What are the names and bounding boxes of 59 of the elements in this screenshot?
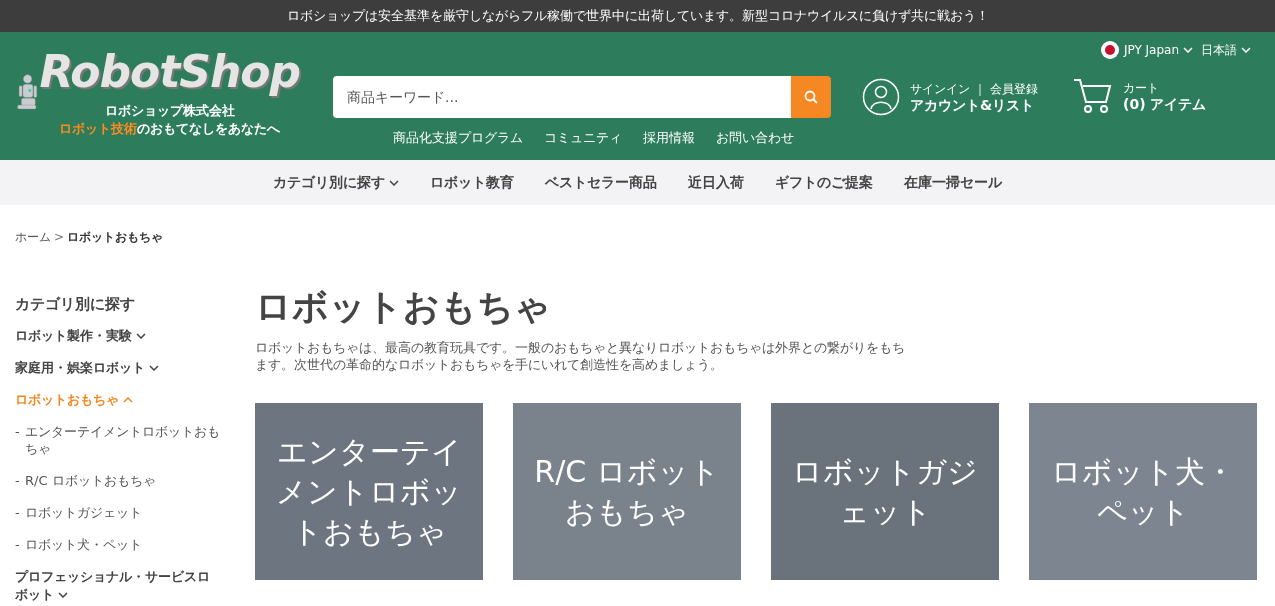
sidebar-subitem[interactable]: R/C ロボットおもちゃ (25, 471, 156, 489)
breadcrumb-separator: > (54, 229, 65, 246)
page-title: ロボットおもちゃ (255, 285, 552, 329)
list-bullet: - (15, 422, 21, 441)
japan-flag-icon (1100, 41, 1119, 59)
sidebar-item[interactable]: 家庭用・娯楽ロボット (15, 358, 222, 377)
sidebar-subitem[interactable]: ロボットガジェット (25, 503, 142, 521)
category-card-label: エンターテイメントロボットおもちゃ (275, 432, 463, 551)
sidebar-item[interactable]: ロボット製作・実験 (15, 326, 222, 345)
nav-item[interactable]: ギフトのご提案 (775, 172, 873, 193)
category-card[interactable]: ロボットガジェット (771, 403, 999, 580)
chevron-up-icon (123, 397, 133, 403)
search-icon (804, 90, 818, 104)
sidebar-item[interactable]: プロフェッショナル・サービスロボット (15, 567, 222, 604)
category-card[interactable]: エンターテイメントロボットおもちゃ (255, 403, 483, 580)
user-icon[interactable] (862, 78, 900, 116)
category-card-label: ロボット犬・ペット (1050, 452, 1236, 531)
nav-item[interactable]: ベストセラー商品 (545, 172, 657, 193)
sign-in-link[interactable]: サインイン ｜ 会員登録 (910, 81, 1038, 97)
nav-item[interactable]: カテゴリ別に探す (273, 172, 399, 193)
sidebar-title: カテゴリ別に探す (15, 294, 136, 315)
chevron-down-icon (389, 179, 399, 186)
nav-item[interactable]: 在庫一掃セール (904, 172, 1002, 193)
logo[interactable]: RobotShop ロボショップ株式会社 ロボット技術のおもてなしをあなたへ (0, 32, 300, 160)
cart-icon[interactable] (1073, 78, 1113, 114)
category-card-label: R/C ロボットおもちゃ (533, 452, 721, 531)
breadcrumb-current: ロボットおもちゃ (67, 229, 164, 246)
tagline-highlight: ロボット技術 (59, 121, 138, 136)
search-field[interactable]: 商品キーワード... (333, 76, 791, 118)
list-bullet: - (15, 503, 21, 521)
header-link[interactable]: 採用情報 (643, 128, 695, 148)
category-card[interactable]: R/C ロボットおもちゃ (513, 403, 741, 580)
nav-item[interactable]: 近日入荷 (688, 172, 744, 193)
chevron-down-icon (1183, 47, 1193, 53)
chevron-down-icon (58, 592, 68, 598)
cart-label[interactable]: カート (1123, 80, 1207, 96)
language-selector[interactable]: 日本語 (1201, 41, 1251, 59)
nav-item[interactable]: ロボット教育 (430, 172, 514, 193)
breadcrumb-link[interactable]: ホーム (15, 228, 51, 246)
category-card[interactable]: ロボット犬・ペット (1029, 403, 1257, 580)
chevron-down-icon (1241, 47, 1251, 53)
list-bullet: - (15, 471, 21, 489)
header-link[interactable]: 商品化支援プログラム (393, 128, 523, 148)
account-link[interactable]: アカウント&リスト (910, 97, 1038, 113)
currency-selector[interactable]: JPY Japan (1100, 41, 1193, 59)
header-link[interactable]: コミュニティ (544, 128, 622, 148)
logo-wordmark: RobotShop (39, 45, 300, 99)
category-card-label: ロボットガジェット (791, 452, 979, 531)
page-description: ロボットおもちゃは、最高の教育玩具です。一般のおもちゃと異なりロボットおもちゃは外界との繋がりをもちます。次世代の革命的なロボットおもちゃを手にいれて創造性を高めましょう。 (255, 339, 905, 373)
tagline: のおもてなしをあなたへ (137, 121, 281, 136)
cart-count[interactable]: (0) アイテム (1123, 96, 1207, 112)
chevron-down-icon (149, 365, 159, 371)
header-link[interactable]: お問い合わせ (716, 128, 794, 148)
company-name: ロボショップ株式会社 (104, 102, 235, 120)
list-bullet: - (15, 535, 21, 553)
sidebar-subitem[interactable]: ロボット犬・ペット (25, 535, 142, 553)
sidebar-subitem[interactable]: エンターテイメントロボットおもちゃ (25, 422, 222, 457)
announcement-bar: ロボショップは安全基準を厳守しながらフル稼働で世界中に出荷しています。新型コロナウイルスに負けず共に戦おう！ (0, 0, 1275, 32)
chevron-down-icon (136, 333, 146, 339)
